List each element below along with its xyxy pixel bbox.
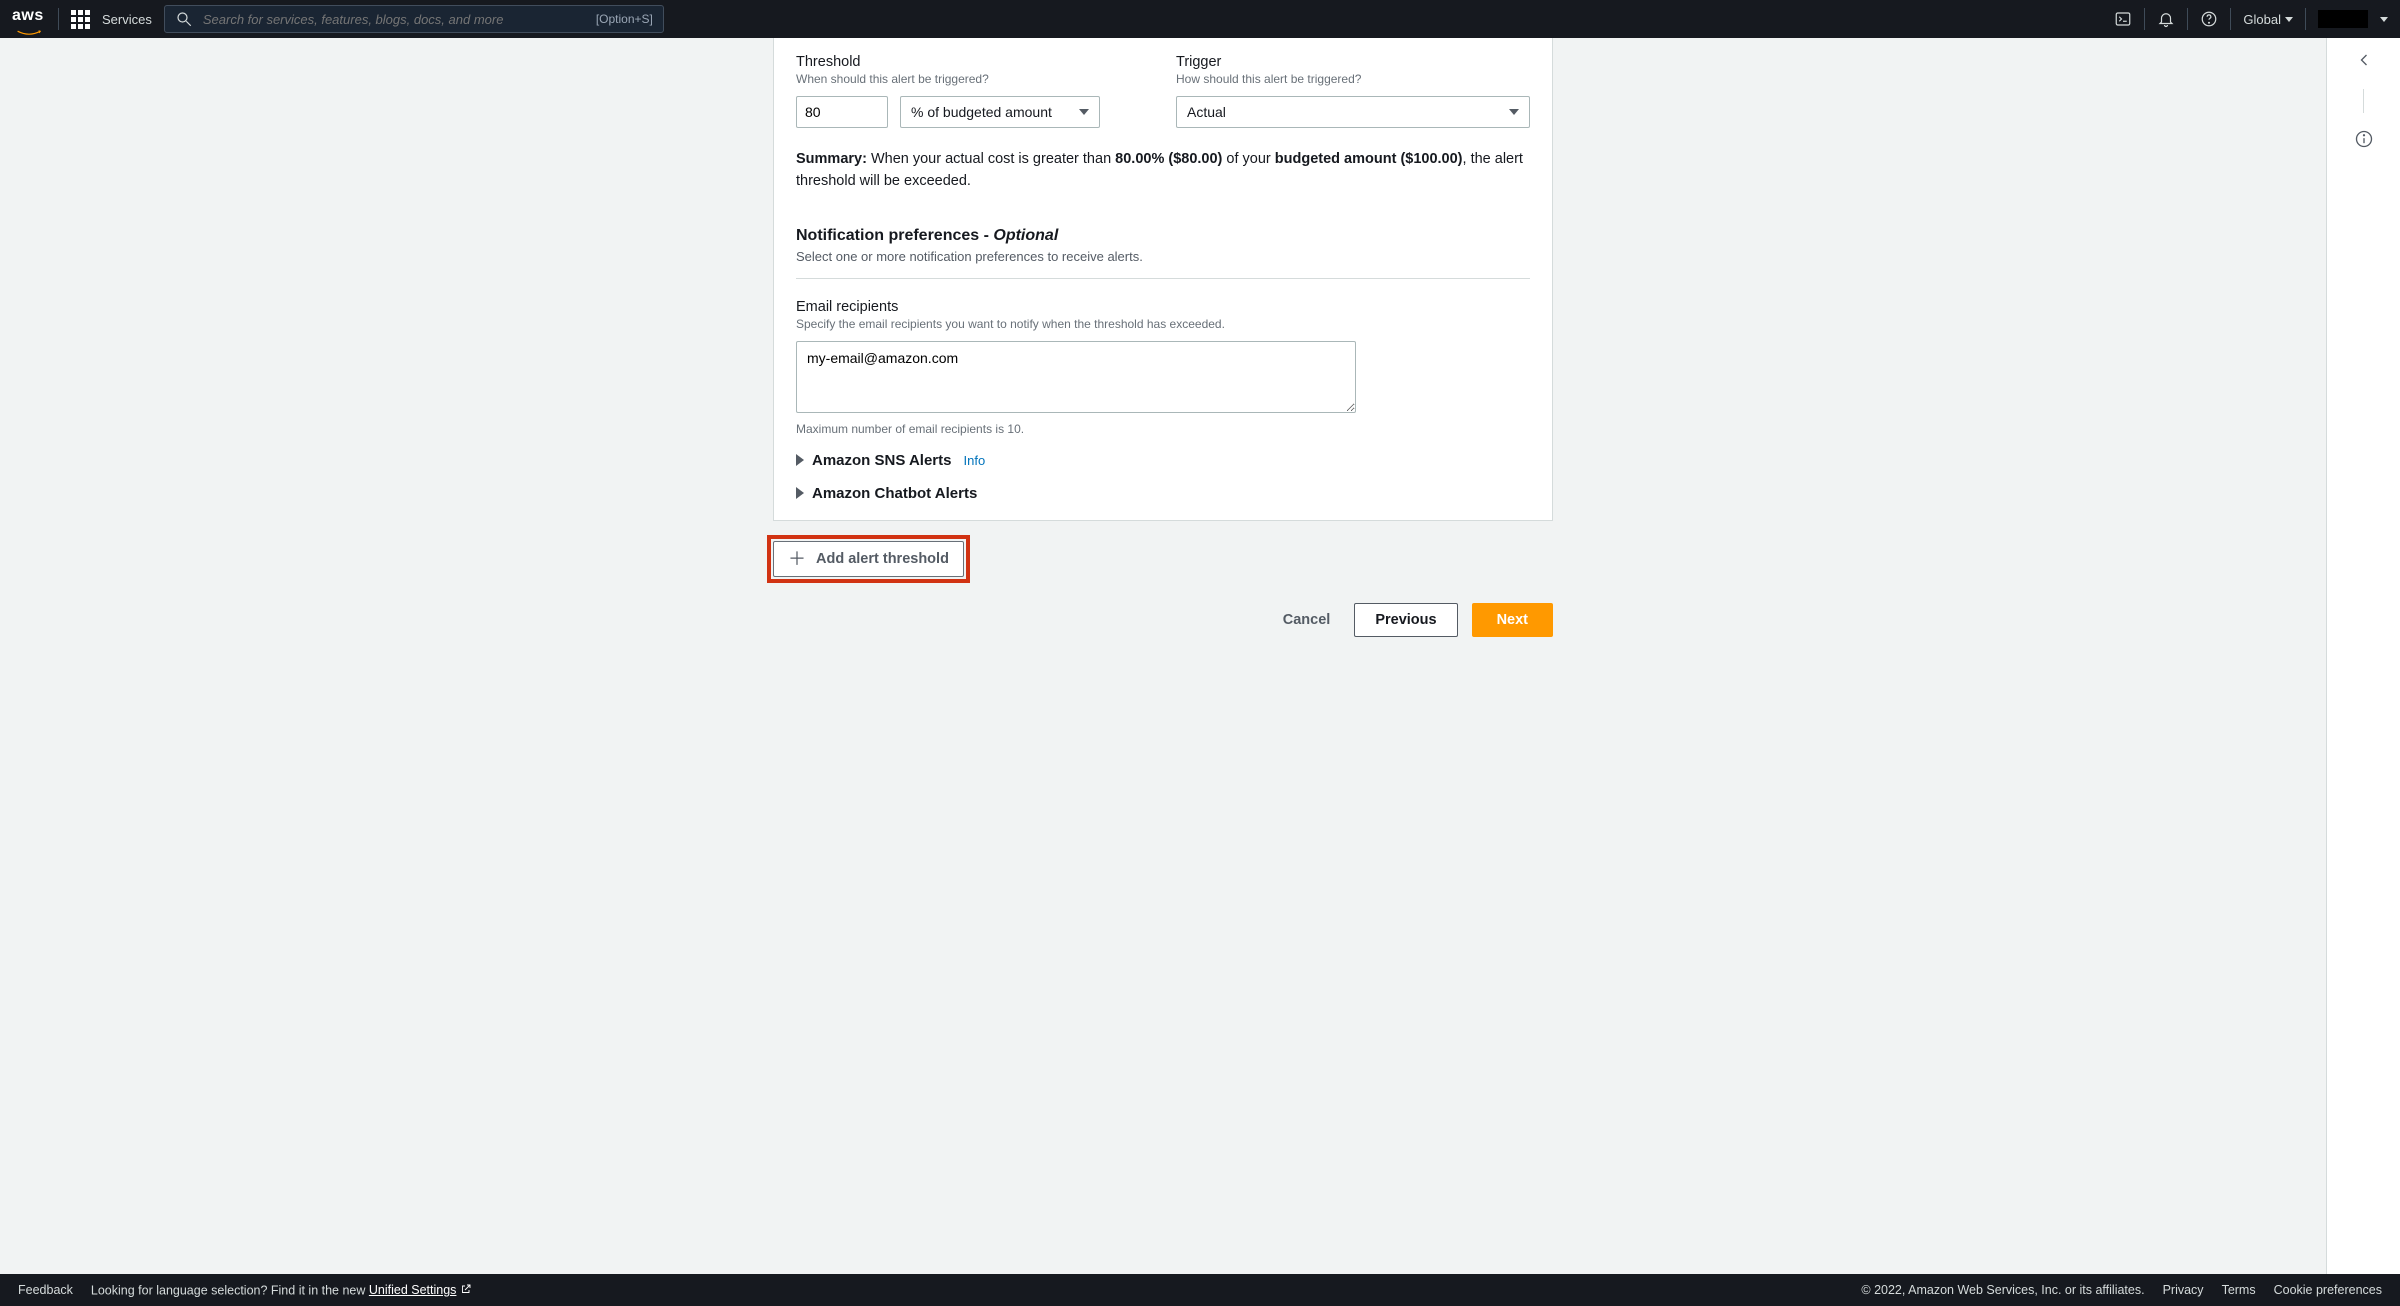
collapse-rail-icon[interactable] bbox=[2354, 50, 2374, 73]
nav-divider bbox=[2187, 8, 2188, 30]
global-search[interactable]: [Option+S] bbox=[164, 5, 664, 33]
caret-down-icon bbox=[1509, 109, 1519, 115]
nav-divider bbox=[2305, 8, 2306, 30]
copyright: © 2022, Amazon Web Services, Inc. or its… bbox=[1861, 1283, 2144, 1297]
previous-button[interactable]: Previous bbox=[1354, 603, 1457, 637]
account-menu[interactable] bbox=[2318, 10, 2368, 28]
notifications-icon[interactable] bbox=[2157, 10, 2175, 28]
triangle-right-icon bbox=[796, 454, 804, 466]
plus-icon: ＋ bbox=[788, 550, 806, 568]
nav-divider bbox=[2230, 8, 2231, 30]
threshold-value-input[interactable] bbox=[796, 96, 888, 128]
email-label: Email recipients bbox=[796, 299, 1530, 315]
footer-bar: Feedback Looking for language selection?… bbox=[0, 1274, 2400, 1306]
help-rail bbox=[2326, 38, 2400, 1274]
threshold-summary: Summary: When your actual cost is greate… bbox=[796, 148, 1530, 193]
unified-settings-link[interactable]: Unified Settings bbox=[369, 1283, 473, 1298]
notif-title: Notification preferences - Optional bbox=[796, 227, 1530, 245]
notif-title-text: Notification preferences - bbox=[796, 227, 993, 244]
unified-settings-text: Unified Settings bbox=[369, 1283, 457, 1297]
feedback-link[interactable]: Feedback bbox=[18, 1283, 73, 1297]
search-shortcut: [Option+S] bbox=[596, 12, 653, 26]
info-icon[interactable] bbox=[2354, 129, 2374, 152]
add-alert-threshold-button[interactable]: ＋ Add alert threshold bbox=[773, 541, 964, 577]
summary-mid: of your bbox=[1222, 151, 1274, 167]
region-selector[interactable]: Global bbox=[2243, 12, 2293, 27]
add-alert-threshold-label: Add alert threshold bbox=[816, 551, 949, 567]
threshold-unit-value: % of budgeted amount bbox=[911, 104, 1052, 120]
privacy-link[interactable]: Privacy bbox=[2163, 1283, 2204, 1297]
trigger-value: Actual bbox=[1187, 104, 1226, 120]
email-hint: Maximum number of email recipients is 10… bbox=[796, 422, 1530, 436]
threshold-label: Threshold bbox=[796, 54, 1150, 70]
cookie-link[interactable]: Cookie preferences bbox=[2274, 1283, 2382, 1297]
trigger-label: Trigger bbox=[1176, 54, 1530, 70]
summary-lead: Summary: bbox=[796, 151, 867, 167]
caret-down-icon bbox=[1079, 109, 1089, 115]
services-link[interactable]: Services bbox=[102, 12, 152, 27]
cloudshell-icon[interactable] bbox=[2114, 10, 2132, 28]
services-grid-icon[interactable] bbox=[71, 10, 90, 29]
rail-divider bbox=[2363, 89, 2364, 113]
nav-divider bbox=[58, 8, 59, 30]
next-button[interactable]: Next bbox=[1472, 603, 1553, 637]
top-nav: aws Services [Option+S] Global bbox=[0, 0, 2400, 38]
summary-pct: 80.00% ($80.00) bbox=[1115, 151, 1222, 167]
sns-alerts-expander[interactable]: Amazon SNS Alerts Info bbox=[796, 452, 1530, 469]
aws-logo-text: aws bbox=[12, 8, 44, 24]
region-label: Global bbox=[2243, 12, 2281, 27]
add-threshold-highlight: ＋ Add alert threshold bbox=[773, 541, 964, 577]
triangle-right-icon bbox=[796, 487, 804, 499]
lang-prompt: Looking for language selection? Find it … bbox=[91, 1283, 473, 1298]
alert-config-panel: Threshold When should this alert be trig… bbox=[773, 38, 1553, 521]
cancel-button[interactable]: Cancel bbox=[1273, 604, 1341, 636]
email-recipients-input[interactable] bbox=[796, 341, 1356, 413]
trigger-select[interactable]: Actual bbox=[1176, 96, 1530, 128]
caret-down-icon bbox=[2285, 17, 2293, 22]
email-desc: Specify the email recipients you want to… bbox=[796, 317, 1530, 331]
notif-optional: Optional bbox=[993, 227, 1058, 244]
terms-link[interactable]: Terms bbox=[2222, 1283, 2256, 1297]
chatbot-alerts-expander[interactable]: Amazon Chatbot Alerts bbox=[796, 485, 1530, 502]
aws-smile-icon bbox=[12, 24, 46, 30]
sns-info-link[interactable]: Info bbox=[963, 453, 985, 468]
sns-alerts-label: Amazon SNS Alerts bbox=[812, 452, 951, 469]
summary-pre: When your actual cost is greater than bbox=[867, 151, 1115, 167]
lang-prompt-text: Looking for language selection? Find it … bbox=[91, 1283, 369, 1297]
threshold-desc: When should this alert be triggered? bbox=[796, 72, 1150, 86]
caret-down-icon bbox=[2380, 17, 2388, 22]
external-link-icon bbox=[460, 1283, 472, 1298]
trigger-desc: How should this alert be triggered? bbox=[1176, 72, 1530, 86]
aws-logo[interactable]: aws bbox=[12, 8, 46, 30]
divider bbox=[796, 278, 1530, 279]
chatbot-alerts-label: Amazon Chatbot Alerts bbox=[812, 485, 977, 502]
nav-divider bbox=[2144, 8, 2145, 30]
summary-budget: budgeted amount ($100.00) bbox=[1275, 151, 1463, 167]
search-input[interactable] bbox=[203, 12, 586, 27]
wizard-actions: Cancel Previous Next bbox=[773, 603, 1553, 637]
search-icon bbox=[175, 10, 193, 28]
help-icon[interactable] bbox=[2200, 10, 2218, 28]
threshold-unit-select[interactable]: % of budgeted amount bbox=[900, 96, 1100, 128]
notif-desc: Select one or more notification preferen… bbox=[796, 249, 1530, 264]
